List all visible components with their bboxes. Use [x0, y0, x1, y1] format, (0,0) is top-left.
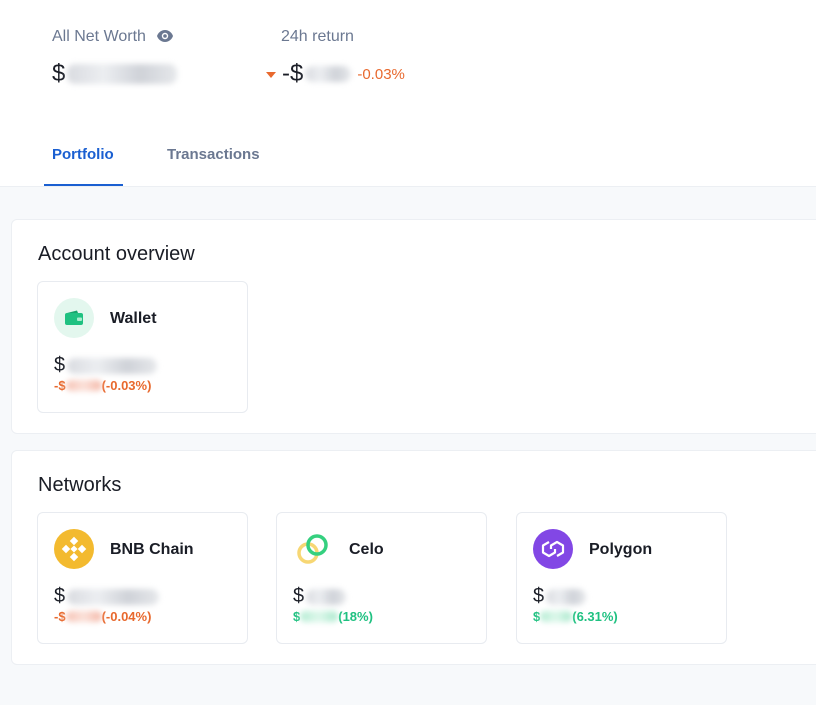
polygon-icon — [533, 529, 573, 569]
return-label: 24h return — [281, 28, 354, 45]
tab-transactions[interactable]: Transactions — [167, 146, 260, 163]
net-worth-label: All Net Worth — [52, 28, 146, 45]
hidden-amount — [300, 611, 339, 622]
network-card-bnb-chain[interactable]: BNB Chain $ -$ (-0.04%) — [37, 512, 248, 644]
network-name: BNB Chain — [110, 541, 194, 558]
wallet-currency: $ — [54, 354, 66, 376]
network-name: Celo — [349, 541, 384, 558]
network-card-polygon[interactable]: Polygon $ $ (6.31%) — [516, 512, 727, 644]
hidden-amount — [305, 66, 352, 82]
networks-title: Networks — [38, 474, 122, 496]
network-change-pct: (6.31%) — [572, 609, 618, 624]
wallet-value: $ — [54, 354, 158, 377]
wallet-card[interactable]: Wallet $ -$ (-0.03%) — [37, 281, 248, 413]
networks-section: Networks BNB Chain $ -$ (-0.04%) Celo $ … — [11, 450, 816, 665]
hidden-amount — [67, 588, 160, 605]
network-change-sign: $ — [533, 609, 541, 624]
account-overview-title: Account overview — [38, 243, 195, 265]
network-value: $ — [293, 585, 347, 608]
active-tab-indicator — [44, 184, 123, 186]
network-currency: $ — [293, 585, 305, 607]
portfolio-header: All Net Worth $ 24h return -$ -0.03% Por… — [0, 0, 816, 187]
network-value: $ — [54, 585, 160, 608]
network-change-sign: -$ — [54, 609, 66, 624]
return-value: -$ -0.03% — [266, 60, 405, 88]
celo-icon — [293, 529, 333, 569]
eye-icon[interactable] — [156, 29, 174, 48]
hidden-amount — [67, 64, 178, 84]
network-change: -$ (-0.04%) — [54, 609, 151, 624]
wallet-change: -$ (-0.03%) — [54, 378, 151, 393]
hidden-amount — [546, 588, 587, 605]
down-triangle-icon — [266, 72, 276, 78]
network-change: $ (6.31%) — [533, 609, 618, 624]
bnb-chain-icon — [54, 529, 94, 569]
network-currency: $ — [533, 585, 545, 607]
network-currency: $ — [54, 585, 66, 607]
return-sign: -$ — [282, 60, 304, 87]
return-percent: -0.03% — [357, 65, 405, 83]
hidden-amount — [67, 357, 158, 374]
network-card-celo[interactable]: Celo $ $ (18%) — [276, 512, 487, 644]
network-change-pct: (18%) — [338, 609, 373, 624]
net-worth-label-row: All Net Worth — [52, 28, 174, 48]
tab-portfolio[interactable]: Portfolio — [52, 146, 114, 163]
wallet-change-pct: (-0.03%) — [101, 378, 152, 393]
hidden-amount — [65, 611, 102, 622]
network-change-pct: (-0.04%) — [101, 609, 152, 624]
hidden-amount — [540, 611, 573, 622]
network-name: Polygon — [589, 541, 653, 558]
network-change-sign: $ — [293, 609, 301, 624]
network-value: $ — [533, 585, 587, 608]
net-worth-value: $ — [52, 60, 178, 88]
net-worth-currency: $ — [52, 60, 66, 87]
network-change: $ (18%) — [293, 609, 373, 624]
wallet-icon — [54, 298, 94, 338]
hidden-amount — [65, 380, 102, 391]
account-overview-section: Account overview Wallet $ -$ (-0.03%) — [11, 219, 816, 434]
hidden-amount — [306, 588, 347, 605]
wallet-change-sign: -$ — [54, 378, 66, 393]
wallet-name: Wallet — [110, 310, 157, 327]
